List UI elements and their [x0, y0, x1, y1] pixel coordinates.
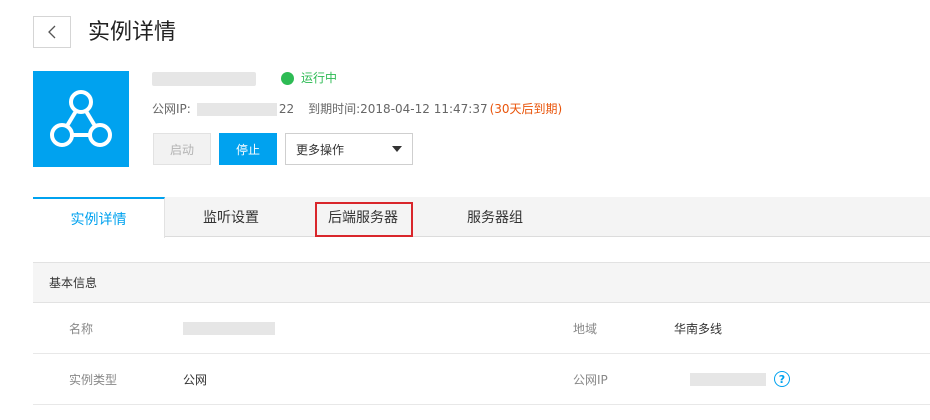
name-value-redacted	[183, 321, 275, 335]
chevron-left-icon	[48, 25, 56, 39]
back-button[interactable]	[33, 16, 71, 48]
instance-type-label: 实例类型	[69, 372, 118, 387]
expire-time: 2018-04-12 11:47:37	[360, 102, 488, 116]
public-ip-value-redacted	[690, 372, 766, 386]
tab-server-groups[interactable]: 服务器组	[429, 197, 561, 237]
instance-meta: 公网IP: 22 到期时间: 2018-04-12 11:47:37 (30天后…	[152, 101, 562, 117]
public-ip-redacted	[196, 102, 277, 116]
expire-warning: (30天后到期)	[489, 102, 563, 116]
status-badge: 运行中	[281, 70, 337, 86]
public-ip-value: ?	[690, 354, 790, 404]
more-actions-label: 更多操作	[296, 142, 345, 157]
caret-down-icon	[392, 146, 402, 152]
public-ip-label: 公网IP:	[152, 102, 191, 116]
basic-info-panel: 基本信息 名称 地域 华南多线 实例类型 公网 公网IP ?	[33, 262, 930, 405]
load-balancer-icon	[33, 71, 129, 167]
status-text: 运行中	[301, 71, 338, 85]
more-actions-dropdown[interactable]: 更多操作	[285, 133, 413, 165]
page-title: 实例详情	[88, 20, 177, 45]
tab-bar: 实例详情 监听设置 后端服务器 服务器组	[33, 197, 930, 238]
instance-name-redacted	[152, 72, 256, 86]
start-button[interactable]: 启动	[153, 133, 211, 165]
expire-label: 到期时间:	[308, 102, 361, 116]
table-row: 实例类型 公网 公网IP ?	[33, 354, 930, 405]
section-title: 基本信息	[33, 263, 930, 303]
region-value: 华南多线	[674, 321, 723, 336]
tab-listener-settings[interactable]: 监听设置	[165, 197, 297, 237]
stop-button[interactable]: 停止	[219, 133, 277, 165]
help-icon[interactable]: ?	[774, 371, 790, 387]
name-value	[183, 303, 275, 353]
public-ip-row-label: 公网IP	[573, 372, 608, 387]
tab-backend-servers[interactable]: 后端服务器	[297, 197, 429, 237]
region-label: 地域	[573, 321, 598, 336]
tab-instance-details[interactable]: 实例详情	[33, 197, 165, 238]
table-row: 名称 地域 华南多线	[33, 303, 930, 354]
name-label: 名称	[69, 321, 94, 336]
status-dot-icon	[281, 71, 294, 85]
public-ip-suffix: 22	[278, 102, 295, 116]
instance-type-value: 公网	[183, 372, 208, 387]
